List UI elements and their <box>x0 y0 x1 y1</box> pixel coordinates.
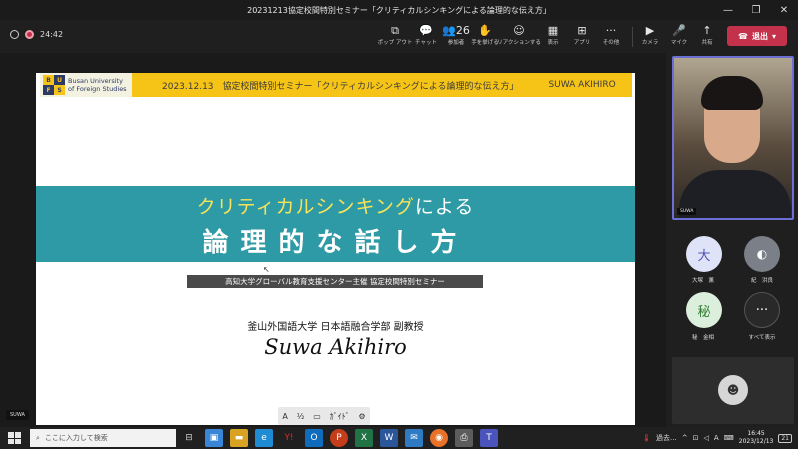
more-icon: ··· <box>605 24 617 37</box>
university-name: Busan University of Foreign Studies <box>68 77 127 93</box>
self-view-card[interactable]: ☻ <box>672 357 794 424</box>
weather-text[interactable]: 過去... <box>656 433 677 443</box>
mouse-cursor-icon: ↖ <box>263 265 270 274</box>
volume-icon[interactable]: ◁ <box>703 434 708 442</box>
powerpoint-icon[interactable]: P <box>330 429 348 447</box>
raise-hand-button[interactable]: ✋ 手を挙げる <box>467 23 503 51</box>
screen-tool-icon[interactable]: ▭ <box>313 412 321 421</box>
keyboard-icon[interactable]: ⌨ <box>724 434 734 442</box>
taskbar-clock[interactable]: 16:45 2023/12/13 <box>739 430 774 446</box>
university-logo: B U F S Busan University of Foreign Stud… <box>40 73 132 97</box>
people-icon: 👥26 <box>442 24 470 37</box>
leave-label: 退出 <box>751 31 768 41</box>
bufs-mark: B U F S <box>43 75 65 95</box>
participant-avatar-3[interactable]: 秘 <box>686 292 722 328</box>
reactions-button[interactable]: ☺ リアクションする <box>497 23 541 51</box>
meeting-timer: 24:42 <box>40 30 64 39</box>
excel-icon[interactable]: X <box>355 429 373 447</box>
smiley-icon: ☺ <box>513 24 525 37</box>
printer-icon[interactable]: ⎙ <box>455 429 473 447</box>
mail-icon[interactable]: ✉ <box>405 429 423 447</box>
window-title: 20231213協定校間特別セミナー「クリティカルシンキングによる論理的な伝え方… <box>247 5 551 15</box>
grid-icon: ▦ <box>547 24 559 37</box>
slide-title-line2: 論理的な話し方 <box>202 228 469 258</box>
meeting-status: 24:42 <box>10 30 63 39</box>
slide-title-line1: クリティカルシンキングによる <box>196 196 475 218</box>
presenter-affiliation: 釜山外国語大学 日本語融合学部 副教授 <box>247 322 424 333</box>
show-all-label: すべて表示 <box>748 335 776 341</box>
ime-indicator[interactable]: A <box>714 434 719 442</box>
window-controls: — ❐ ✕ <box>714 0 798 20</box>
windows-taskbar: ⌕ ここに入力して検索 ⊟ ▣ ▬ e Y! O P X W ✉ ◉ ⎙ T 🌡… <box>0 427 798 449</box>
seminar-header: 2023.12.13 協定校間特別セミナー「クリティカルシンキングによる論理的な… <box>162 81 519 92</box>
hand-icon: ✋ <box>478 24 492 37</box>
chevron-down-icon: ▾ <box>771 31 776 41</box>
recording-icon <box>25 30 34 39</box>
firefox-icon[interactable]: ◉ <box>430 429 448 447</box>
window-titlebar: 20231213協定校間特別セミナー「クリティカルシンキングによる論理的な伝え方… <box>0 0 798 20</box>
participant-avatar-2[interactable]: ◐ <box>744 236 780 272</box>
presenter-video[interactable]: SUWA <box>672 56 794 220</box>
self-avatar-icon: ☻ <box>718 375 748 405</box>
taskbar-search[interactable]: ⌕ ここに入力して検索 <box>30 429 176 447</box>
meeting-toolbar: 24:42 ⧉ ポップ アウト 💬 チャット 👥26 参加者 ✋ 手を挙げる ☺… <box>0 20 798 53</box>
outlook-icon[interactable]: O <box>305 429 323 447</box>
presenter-name-badge: SUWA <box>6 410 29 420</box>
participant-avatar-1[interactable]: 大 <box>686 236 722 272</box>
fraction-tool-icon[interactable]: ½ <box>297 412 305 421</box>
camera-icon: ▶ <box>645 24 655 37</box>
yahoo-icon[interactable]: Y! <box>280 429 298 447</box>
windows-start-icon[interactable] <box>6 430 22 446</box>
more-button[interactable]: ··· その他 <box>593 23 629 51</box>
shared-screen: B U F S Busan University of Foreign Stud… <box>0 53 666 427</box>
chat-icon: 💬 <box>419 24 433 37</box>
guide-tool-icon[interactable]: ｶﾞｲﾄﾞ <box>330 411 350 422</box>
presenter-mini-toolbar: A ½ ▭ ｶﾞｲﾄﾞ ⚙ <box>278 407 370 425</box>
minimize-button[interactable]: — <box>714 0 742 20</box>
title-band: クリティカルシンキングによる 論理的な話し方 <box>36 186 635 262</box>
leave-button[interactable]: ☎ 退出 ▾ <box>727 26 787 46</box>
video-person-hair <box>701 76 763 110</box>
share-button[interactable]: ↑ 共有 <box>689 23 725 51</box>
search-placeholder: ここに入力して検索 <box>44 434 108 442</box>
task-view-icon[interactable]: ⊟ <box>180 429 198 447</box>
word-icon[interactable]: W <box>380 429 398 447</box>
notification-badge[interactable]: 21 <box>778 433 792 443</box>
photo-avatar-icon: ◐ <box>756 247 768 261</box>
participant-name-1: 大塚 薫 <box>691 278 714 284</box>
teams-icon[interactable]: T <box>480 429 498 447</box>
mic-icon: 🎤 <box>672 24 686 37</box>
taskbar-apps: ⊟ ▣ ▬ e Y! O P X W ✉ ◉ ⎙ T <box>180 429 498 447</box>
file-explorer-icon[interactable]: ▬ <box>230 429 248 447</box>
participant-name-3: 秘 金相 <box>691 335 714 341</box>
close-button[interactable]: ✕ <box>770 0 798 20</box>
video-name-tag: SUWA <box>677 208 697 215</box>
settings-gear-icon[interactable]: ⚙ <box>358 412 365 421</box>
store-icon[interactable]: ▣ <box>205 429 223 447</box>
share-icon: ↑ <box>702 24 712 37</box>
edge-icon[interactable]: e <box>255 429 273 447</box>
text-tool-icon[interactable]: A <box>282 412 287 421</box>
search-icon: ⌕ <box>36 433 40 442</box>
presenter-header-name: SUWA AKIHIRO <box>548 80 616 90</box>
apps-icon: ⊞ <box>577 24 587 37</box>
presenter-signature: Suwa Akihiro <box>264 335 407 359</box>
phone-icon: ☎ <box>738 31 748 41</box>
system-tray: 🌡 過去... ^ ⊡ ◁ A ⌨ 16:45 2023/12/13 21 <box>642 430 792 446</box>
show-all-button[interactable]: ··· <box>744 292 780 328</box>
presentation-slide: B U F S Busan University of Foreign Stud… <box>36 73 635 425</box>
shield-icon <box>10 30 19 39</box>
weather-icon: 🌡 <box>642 434 652 442</box>
slide-subtitle: 高知大学グローバル教育支援センター主催 協定校間特別セミナー <box>187 275 483 288</box>
tray-chevron-icon[interactable]: ^ <box>682 434 688 442</box>
popout-icon: ⧉ <box>391 24 399 37</box>
participant-name-2: 紀 洪良 <box>750 278 773 284</box>
slide-header: B U F S Busan University of Foreign Stud… <box>40 73 632 97</box>
network-icon[interactable]: ⊡ <box>693 434 699 442</box>
maximize-button[interactable]: ❐ <box>742 0 770 20</box>
